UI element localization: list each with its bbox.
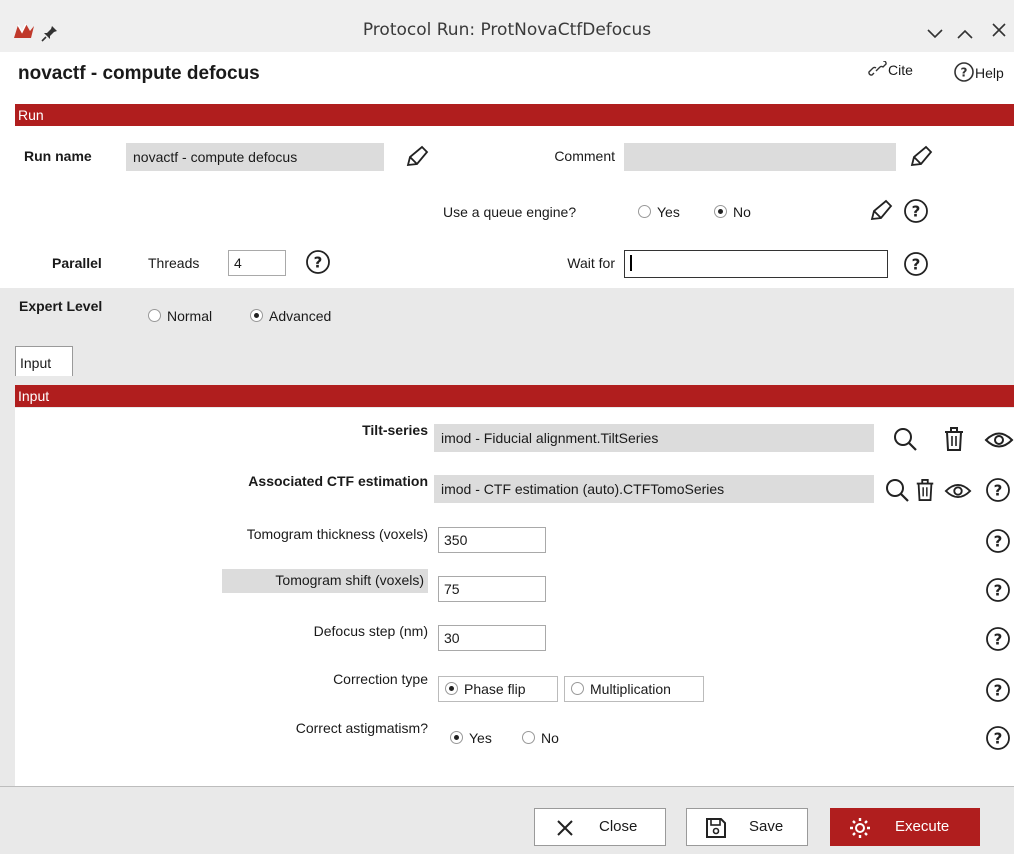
astig-yes-label: Yes [469, 730, 492, 746]
wait-for-input[interactable] [624, 250, 888, 278]
threads-label: Threads [148, 255, 200, 271]
help-button[interactable]: ? Help [953, 61, 1004, 83]
run-section-bar: Run [15, 104, 1014, 126]
parallel-label: Parallel [52, 255, 102, 271]
queue-no-label: No [733, 204, 751, 220]
edit-pencil-icon[interactable] [904, 143, 934, 173]
search-icon[interactable] [892, 426, 918, 452]
expert-advanced-label: Advanced [269, 308, 332, 324]
svg-text:?: ? [994, 682, 1003, 700]
close-button[interactable]: Close [534, 808, 666, 846]
svg-text:?: ? [912, 203, 921, 221]
chevron-up-icon [957, 29, 973, 39]
window-title: Protocol Run: ProtNovaCtfDefocus [362, 20, 652, 40]
maximize-button[interactable] [956, 22, 974, 46]
help-icon: ? [954, 62, 974, 82]
help-icon[interactable]: ? [984, 576, 1012, 604]
edit-pencil-icon[interactable] [864, 197, 894, 227]
help-icon[interactable]: ? [984, 625, 1012, 653]
expert-level-label: Expert Level [19, 298, 103, 314]
comment-field[interactable] [624, 143, 896, 171]
correction-type-label: Correction type [333, 671, 428, 687]
threads-input[interactable]: 4 [228, 250, 286, 276]
correction-multiplication-radio[interactable]: Multiplication [564, 676, 704, 702]
close-icon [557, 820, 573, 836]
queue-yes-radio[interactable]: Yes [638, 204, 680, 220]
ctf-estimation-label: Associated CTF estimation [248, 473, 428, 489]
phase-flip-label: Phase flip [464, 681, 526, 697]
svg-text:?: ? [961, 66, 968, 80]
queue-yes-label: Yes [657, 204, 680, 220]
svg-text:?: ? [912, 256, 921, 274]
queue-no-radio[interactable]: No [714, 204, 751, 220]
close-icon [992, 23, 1006, 37]
edit-pencil-icon[interactable] [400, 143, 430, 173]
execute-button[interactable]: Execute [830, 808, 980, 846]
search-icon[interactable] [884, 477, 910, 503]
text-cursor [630, 255, 632, 271]
thickness-label: Tomogram thickness (voxels) [246, 526, 428, 542]
astigmatism-yes-radio[interactable]: Yes [450, 730, 492, 746]
input-section-bar: Input [15, 385, 1014, 407]
comment-label: Comment [554, 148, 615, 164]
astigmatism-no-radio[interactable]: No [522, 730, 559, 746]
help-icon[interactable]: ? [304, 248, 332, 276]
save-label: Save [749, 818, 784, 835]
tilt-series-label: Tilt-series [362, 422, 428, 438]
svg-text:?: ? [994, 482, 1003, 500]
svg-text:?: ? [994, 533, 1003, 551]
expert-advanced-radio[interactable]: Advanced [250, 308, 331, 324]
svg-text:?: ? [994, 582, 1003, 600]
queue-engine-label: Use a queue engine? [443, 204, 577, 220]
thickness-input[interactable]: 350 [438, 527, 546, 553]
help-icon[interactable]: ? [902, 197, 930, 225]
svg-text:?: ? [314, 254, 323, 272]
minimize-button[interactable] [926, 22, 944, 46]
save-icon [706, 818, 726, 838]
close-label: Close [599, 818, 638, 835]
astig-no-label: No [541, 730, 559, 746]
delete-icon[interactable] [914, 476, 936, 504]
correction-phase-flip-radio[interactable]: Phase flip [438, 676, 558, 702]
delete-icon[interactable] [942, 425, 966, 453]
protocol-title: novactf - compute defocus [18, 63, 260, 84]
help-icon[interactable]: ? [984, 527, 1012, 555]
svg-text:?: ? [994, 730, 1003, 748]
run-name-label: Run name [24, 148, 92, 164]
save-button[interactable]: Save [686, 808, 808, 846]
expert-normal-label: Normal [167, 308, 213, 324]
expert-normal-radio[interactable]: Normal [148, 308, 212, 324]
help-icon[interactable]: ? [984, 676, 1012, 704]
ctf-estimation-field[interactable]: imod - CTF estimation (auto).CTFTomoSeri… [434, 475, 874, 503]
svg-text:?: ? [994, 631, 1003, 649]
eye-icon[interactable] [944, 481, 972, 501]
chevron-down-icon [927, 29, 943, 39]
help-icon[interactable]: ? [902, 250, 930, 278]
help-icon[interactable]: ? [984, 476, 1012, 504]
cite-button[interactable]: Cite [868, 60, 913, 79]
astigmatism-label: Correct astigmatism? [295, 720, 428, 736]
multiplication-label: Multiplication [590, 681, 671, 697]
gear-icon [850, 818, 870, 838]
shift-label: Tomogram shift (voxels) [222, 569, 428, 593]
cite-label: Cite [888, 62, 913, 78]
eye-icon[interactable] [984, 430, 1014, 450]
defocus-step-input[interactable]: 30 [438, 625, 546, 651]
help-label: Help [975, 65, 1004, 81]
shift-input[interactable]: 75 [438, 576, 546, 602]
link-icon [868, 60, 887, 76]
close-window-button[interactable] [990, 20, 1008, 44]
footer-separator [0, 786, 1014, 787]
execute-label: Execute [895, 818, 950, 835]
run-name-field[interactable]: novactf - compute defocus [126, 143, 384, 171]
defocus-step-label: Defocus step (nm) [313, 623, 428, 639]
wait-for-label: Wait for [567, 255, 615, 271]
tilt-series-field[interactable]: imod - Fiducial alignment.TiltSeries [434, 424, 874, 452]
help-icon[interactable]: ? [984, 724, 1012, 752]
tab-input[interactable]: Input [15, 346, 73, 376]
